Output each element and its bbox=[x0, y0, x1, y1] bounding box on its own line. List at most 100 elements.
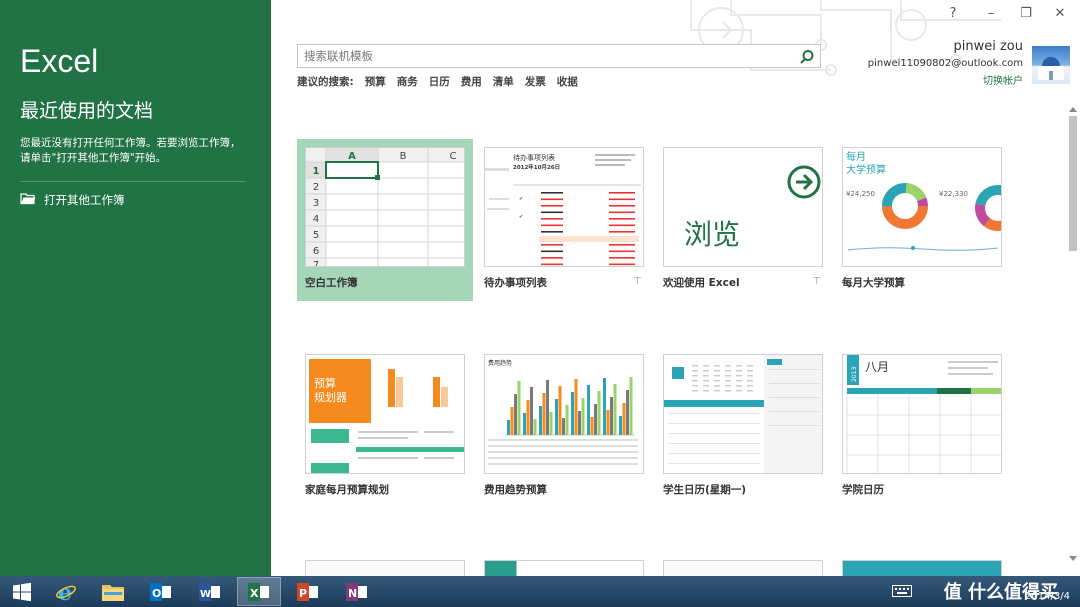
suggestion-link[interactable]: 发票 bbox=[525, 74, 546, 89]
suggestion-link[interactable]: 收据 bbox=[557, 74, 578, 89]
row-header: 3 bbox=[313, 198, 319, 209]
search-icon[interactable] bbox=[798, 48, 816, 66]
column-header: A bbox=[348, 151, 356, 162]
powerpoint-icon: P bbox=[297, 582, 318, 601]
recent-heading: 最近使用的文档 bbox=[20, 100, 154, 122]
template-thumbnail: A B C 1 2 3 4 5 6 7 bbox=[305, 147, 465, 267]
svg-text:W: W bbox=[200, 589, 211, 600]
template-tile-partial[interactable] bbox=[305, 560, 465, 576]
restore-button[interactable]: ❐ bbox=[1016, 6, 1036, 21]
template-thumbnail bbox=[663, 354, 823, 474]
divider bbox=[20, 181, 245, 182]
minimize-button[interactable]: – bbox=[981, 6, 1001, 21]
ie-taskbar-button[interactable]: e bbox=[44, 577, 88, 606]
row-header: 4 bbox=[313, 214, 319, 225]
onenote-taskbar-button[interactable]: N bbox=[335, 577, 379, 606]
template-monthly-college-budget[interactable]: 每月 大学预算 ¥24,250 ¥22,330 每月大学预算 bbox=[834, 139, 1010, 301]
template-name: 费用趋势预算 bbox=[484, 484, 547, 496]
svg-text:e: e bbox=[58, 581, 72, 603]
word-icon: W bbox=[199, 582, 220, 601]
row-header: 7 bbox=[313, 260, 319, 267]
template-name: 欢迎使用 Excel bbox=[663, 277, 740, 289]
search-input[interactable] bbox=[298, 45, 793, 67]
template-name: 空白工作簿 bbox=[305, 277, 358, 289]
thumb-date: 2012年10月26日 bbox=[513, 163, 560, 171]
template-household-budget-planner[interactable]: 预算 规划器 家庭每月预算规划 bbox=[297, 346, 473, 508]
template-tile-partial[interactable] bbox=[663, 560, 823, 576]
app-title: Excel bbox=[20, 43, 99, 79]
suggestion-link[interactable]: 费用 bbox=[461, 74, 482, 89]
open-other-workbooks-button[interactable]: 打开其他工作簿 bbox=[20, 192, 125, 208]
help-button[interactable]: ? bbox=[943, 6, 963, 21]
svg-text:X: X bbox=[250, 587, 259, 600]
template-expense-trends-budget[interactable]: 费用趋势 费用趋势预算 bbox=[476, 346, 652, 508]
template-tile-partial[interactable] bbox=[842, 560, 1002, 576]
template-name: 学生日历(星期一) bbox=[663, 484, 747, 496]
pin-icon[interactable]: ⊤ bbox=[812, 276, 821, 287]
svg-text:P: P bbox=[299, 587, 307, 600]
suggested-searches-label: 建议的搜索: bbox=[297, 76, 354, 88]
suggestion-link[interactable]: 清单 bbox=[493, 74, 514, 89]
outlook-taskbar-button[interactable]: O bbox=[139, 577, 183, 606]
template-thumbnail: 费用趋势 bbox=[484, 354, 644, 474]
template-name: 待办事项列表 bbox=[484, 277, 547, 289]
row-header: 2 bbox=[313, 182, 319, 193]
outlook-icon: O bbox=[150, 582, 171, 601]
template-name: 每月大学预算 bbox=[842, 277, 905, 289]
template-thumbnail: 2013 八月 bbox=[842, 354, 1002, 474]
template-tile-partial[interactable] bbox=[484, 560, 644, 576]
thumb-value: ¥22,330 bbox=[939, 190, 968, 198]
explorer-taskbar-button[interactable] bbox=[91, 577, 135, 606]
folder-icon bbox=[102, 584, 124, 601]
folder-open-icon bbox=[20, 192, 36, 208]
template-name: 学院日历 bbox=[842, 484, 884, 496]
thumb-title: 规划器 bbox=[314, 390, 347, 404]
suggestion-link[interactable]: 预算 bbox=[365, 74, 386, 89]
user-email: pinwei11090802@outlook.com bbox=[867, 58, 1023, 69]
clock-date: 2014/3/4 bbox=[1025, 591, 1070, 602]
thumb-title: 待办事项列表 bbox=[513, 153, 555, 162]
svg-text:N: N bbox=[348, 587, 357, 600]
column-header: C bbox=[450, 151, 457, 162]
thumb-title: 预算 bbox=[314, 376, 336, 390]
browse-label: 浏览 bbox=[684, 218, 740, 251]
windows-icon bbox=[13, 582, 31, 601]
template-thumbnail: 每月 大学预算 ¥24,250 ¥22,330 bbox=[842, 147, 1002, 267]
suggestion-link[interactable]: 商务 bbox=[397, 74, 418, 89]
onenote-icon: N bbox=[346, 582, 367, 601]
open-other-label: 打开其他工作簿 bbox=[44, 193, 125, 207]
calendar-year: 2013 bbox=[851, 367, 858, 382]
search-box bbox=[297, 44, 821, 68]
template-welcome-excel[interactable]: 浏览 欢迎使用 Excel ⊤ bbox=[655, 139, 831, 301]
close-button[interactable]: ✕ bbox=[1050, 6, 1070, 21]
user-name: pinwei zou bbox=[953, 39, 1024, 54]
thumb-value: ¥24,250 bbox=[846, 190, 875, 198]
template-thumbnail: 预算 规划器 bbox=[305, 354, 465, 474]
template-student-calendar-monday[interactable]: 学生日历(星期一) bbox=[655, 346, 831, 508]
left-panel: Excel 最近使用的文档 您最近没有打开任何工作簿。若要浏览工作簿，请单击"打… bbox=[0, 0, 271, 576]
word-taskbar-button[interactable]: W bbox=[188, 577, 232, 606]
excel-icon: X bbox=[248, 582, 269, 601]
switch-account-link[interactable]: 切换帐户 bbox=[983, 72, 1023, 87]
avatar[interactable] bbox=[1032, 46, 1070, 84]
internet-explorer-icon: e bbox=[56, 581, 76, 603]
template-thumbnail: 待办事项列表 2012年10月26日 ✔ ✔ bbox=[484, 147, 644, 267]
svg-text:✔: ✔ bbox=[519, 214, 523, 220]
column-header: B bbox=[400, 151, 407, 162]
template-todo-list[interactable]: 待办事项列表 2012年10月26日 ✔ ✔ 待办事项列表 ⊤ bbox=[476, 139, 652, 301]
powerpoint-taskbar-button[interactable]: P bbox=[286, 577, 330, 606]
svg-text:✔: ✔ bbox=[519, 196, 523, 202]
thumb-title: 费用趋势 bbox=[488, 359, 512, 367]
vertical-scrollbar[interactable] bbox=[1066, 104, 1080, 566]
row-header: 5 bbox=[313, 230, 319, 241]
keyboard-icon[interactable] bbox=[892, 585, 912, 600]
template-blank-workbook[interactable]: A B C 1 2 3 4 5 6 7 空白工作簿 bbox=[297, 139, 473, 301]
template-thumbnail: 浏览 bbox=[663, 147, 823, 267]
suggestion-link[interactable]: 日历 bbox=[429, 74, 450, 89]
excel-taskbar-button[interactable]: X bbox=[237, 577, 281, 606]
main-area: ? – ❐ ✕ 建议的搜索: 预算 商务 日历 费用 清单 发票 收据 pinw… bbox=[271, 0, 1080, 576]
taskbar: e O W X P N 值 什么值得买 2014/3/4 bbox=[0, 576, 1080, 607]
template-academic-calendar[interactable]: 2013 八月 学院日历 bbox=[834, 346, 1010, 508]
pin-icon[interactable]: ⊤ bbox=[633, 276, 642, 287]
start-button[interactable] bbox=[0, 577, 44, 606]
